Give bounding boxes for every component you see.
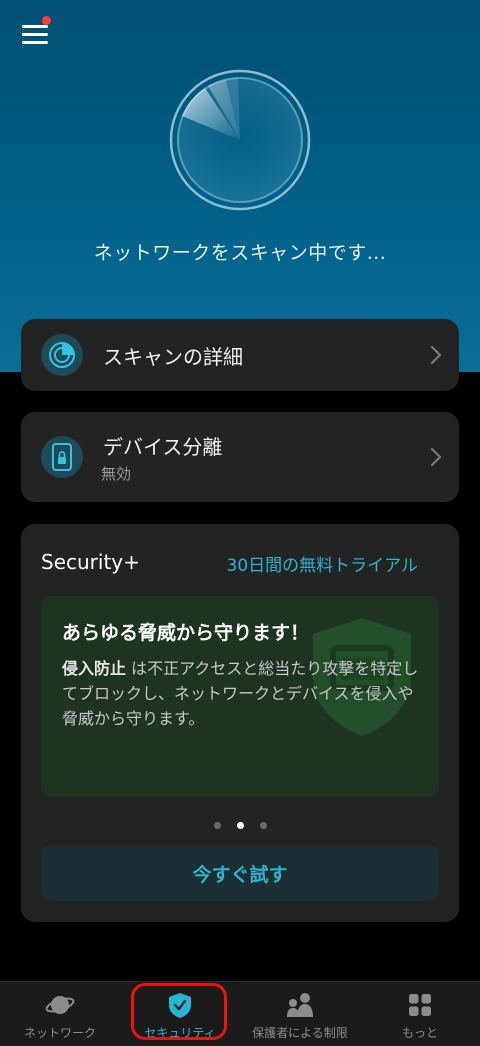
bottom-tab-bar: ネットワーク セキュリティ 保護者による制限 もっと [0, 981, 480, 1046]
promo-highlight: 侵入防止 [62, 659, 127, 678]
security-plus-title: Security+ [41, 550, 140, 574]
scan-status-text: ネットワークをスキャン中です... [93, 242, 387, 264]
tab-label: ネットワーク [23, 1026, 96, 1040]
family-icon [283, 991, 317, 1019]
menu-icon-bar [22, 33, 48, 36]
grid-icon [403, 991, 437, 1019]
chevron-right-icon [430, 345, 442, 365]
promo-headline: あらゆる脅威から守ります！ [62, 622, 310, 644]
radar-icon [41, 334, 83, 376]
tab-label: もっと [401, 1026, 438, 1040]
tab-more[interactable]: もっと [360, 982, 480, 1046]
planet-icon [43, 991, 77, 1019]
carousel-dot[interactable] [259, 822, 267, 829]
tab-label: 保護者による制限 [252, 1026, 348, 1040]
tab-parental-controls[interactable]: 保護者による制限 [240, 982, 360, 1046]
menu-button[interactable] [22, 16, 51, 44]
chevron-right-icon [430, 447, 442, 467]
tab-network[interactable]: ネットワーク [0, 982, 120, 1046]
notification-dot [42, 16, 51, 25]
scan-details-title: スキャンの詳細 [103, 345, 243, 369]
device-lock-icon [41, 436, 83, 478]
carousel-dot[interactable] [213, 822, 221, 829]
promo-slide[interactable]: あらゆる脅威から守ります！ 侵入防止 は不正アクセスと総当たり攻撃を特定してブロ… [41, 596, 439, 797]
try-now-button[interactable]: 今すぐ試す [41, 845, 439, 901]
carousel-dot-active[interactable] [236, 822, 244, 829]
device-isolation-status: 無効 [101, 465, 132, 483]
menu-icon [22, 25, 48, 28]
security-plus-card: Security+ 30日間の無料トライアル あらゆる脅威から守ります！ 侵入防… [21, 524, 459, 922]
free-trial-link[interactable]: 30日間の無料トライアル [227, 551, 418, 576]
scan-hero: ネットワークをスキャン中です... [0, 0, 480, 372]
radar-scan-icon [169, 69, 311, 211]
selection-highlight [131, 983, 227, 1040]
scan-details-card[interactable]: スキャンの詳細 [21, 319, 459, 391]
promo-body: 侵入防止 は不正アクセスと総当たり攻撃を特定してブロックし、ネットワークとデバイ… [62, 656, 422, 731]
device-isolation-card[interactable]: デバイス分離 無効 [21, 412, 459, 502]
carousel-indicator [21, 814, 459, 833]
device-isolation-title: デバイス分離 [103, 435, 223, 459]
menu-icon-bar [22, 41, 48, 44]
